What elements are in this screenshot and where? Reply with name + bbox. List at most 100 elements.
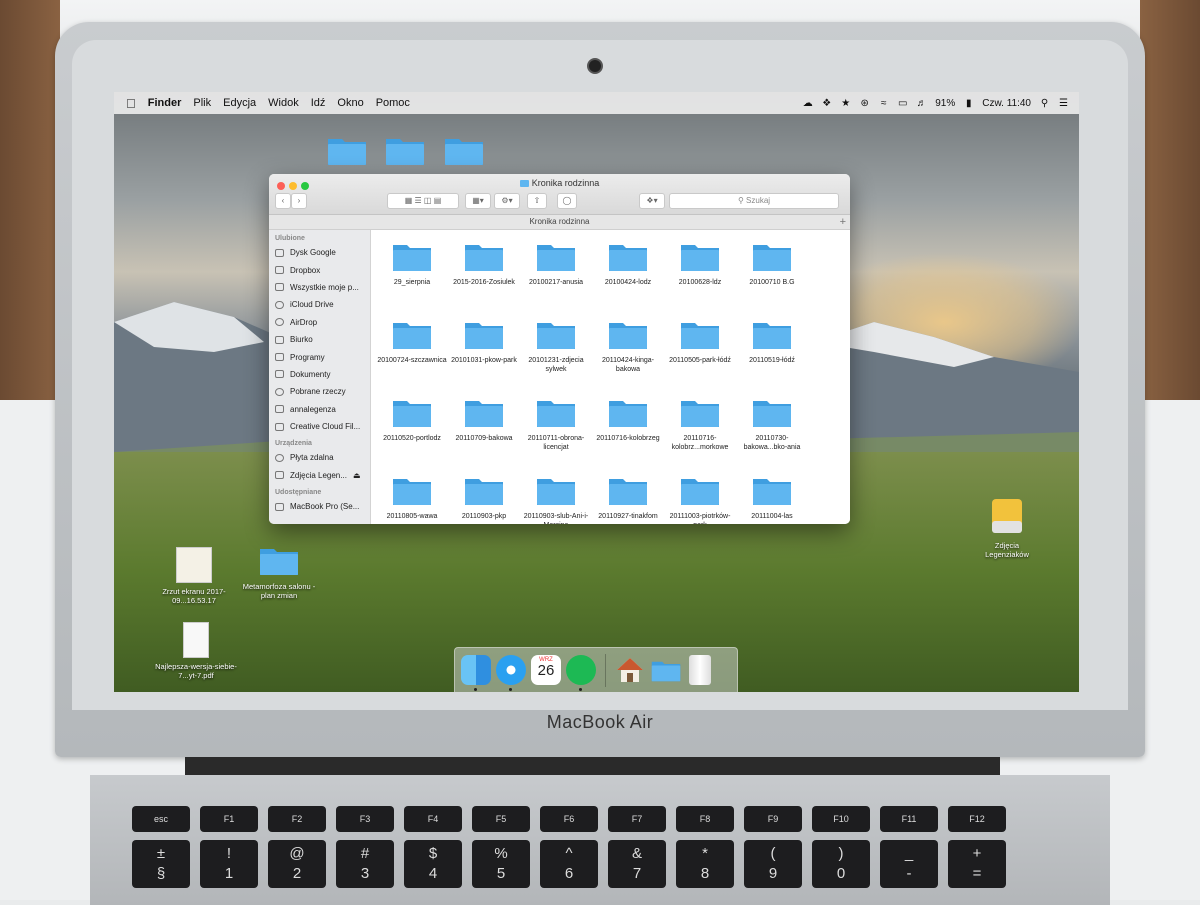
key-f7[interactable]: F7	[608, 806, 666, 832]
key-number-row[interactable]: ! 1	[200, 840, 258, 888]
folder-item[interactable]: 20101231-zdjecia sylwek	[521, 310, 591, 386]
key-f1[interactable]: F1	[200, 806, 258, 832]
folder-item[interactable]: 20110730-bakowa...bko-ania	[737, 388, 807, 464]
menu-finder[interactable]: Finder	[148, 97, 182, 109]
folder-item[interactable]: 20110505-park-łódź	[665, 310, 735, 386]
bluetooth-icon[interactable]: ⊛	[859, 98, 870, 109]
tags-button[interactable]: ◯	[557, 193, 577, 209]
folder-item[interactable]: 20100710 B.G	[737, 232, 807, 308]
folder-item[interactable]: 20110716-kolobrzeg	[593, 388, 663, 464]
trash-icon[interactable]	[689, 655, 711, 685]
desktop-folder[interactable]	[327, 134, 367, 166]
menu-pomoc[interactable]: Pomoc	[376, 97, 410, 109]
sidebar-item-downloads[interactable]: Pobrane rzeczy	[269, 383, 370, 400]
clock[interactable]: Czw. 11:40	[982, 98, 1031, 109]
key-number-row[interactable]: @2	[268, 840, 326, 888]
sidebar-item-desktop[interactable]: Biurko	[269, 331, 370, 348]
action-gear-icon[interactable]: ⚙▾	[494, 193, 520, 209]
desktop-item-folder[interactable]: Metamorfoza salonu - plan zmian	[236, 544, 322, 600]
sidebar-item-home[interactable]: annalegenza	[269, 401, 370, 418]
search-icon[interactable]: ⚲	[1039, 98, 1050, 109]
folder-item[interactable]: 20110927-tinakfom	[593, 466, 663, 524]
folder-item[interactable]: 20100217-anusia	[521, 232, 591, 308]
finder-icon[interactable]	[461, 655, 491, 685]
wifi-icon[interactable]: ≈	[878, 98, 889, 109]
desktop-folder[interactable]	[385, 134, 425, 166]
desktop-item-pdf[interactable]: Najlepsza-wersja-siebie-7...yt-7.pdf	[154, 622, 238, 680]
sidebar-item-google-drive[interactable]: Dysk Google	[269, 244, 370, 261]
menu-plik[interactable]: Plik	[193, 97, 211, 109]
folder-item[interactable]: 20100424-lodz	[593, 232, 663, 308]
folder-item[interactable]: 20110520-portlodz	[377, 388, 447, 464]
folder-item[interactable]: 20100724-szczawnica	[377, 310, 447, 386]
evernote-icon[interactable]: ★	[840, 98, 851, 109]
sidebar-item-all-files[interactable]: Wszystkie moje p...	[269, 279, 370, 296]
sidebar-item-dropbox[interactable]: Dropbox	[269, 261, 370, 278]
folder-item[interactable]: 20110709-bakowa	[449, 388, 519, 464]
search-input[interactable]: ⚲ Szukaj	[669, 193, 839, 209]
key-number-row[interactable]: & 7	[608, 840, 666, 888]
folder-item[interactable]: 20110519-łódź	[737, 310, 807, 386]
folder-item[interactable]: 2015-2016-Zosiulek	[449, 232, 519, 308]
battery-icon[interactable]: ▮	[963, 98, 974, 109]
key-f2[interactable]: F2	[268, 806, 326, 832]
list-icon[interactable]: ☰	[1058, 98, 1069, 109]
folder-item[interactable]: 20110903-slub-Ani-i-Marcina	[521, 466, 591, 524]
key-number-row[interactable]: (9	[744, 840, 802, 888]
sidebar-item-icloud-drive[interactable]: iCloud Drive	[269, 296, 370, 313]
view-mode-switcher[interactable]: ▦ ☰ ◫ ▤	[387, 193, 459, 209]
key-number-row[interactable]: _ -	[880, 840, 938, 888]
forward-button[interactable]: ›	[291, 193, 307, 209]
key-f5[interactable]: F5	[472, 806, 530, 832]
home-folder-icon[interactable]	[615, 655, 645, 685]
key-number-row[interactable]: ± §	[132, 840, 190, 888]
key-esc[interactable]: esc	[132, 806, 190, 832]
key-f11[interactable]: F11	[880, 806, 938, 832]
key-number-row[interactable]: ^ 6	[540, 840, 598, 888]
eject-icon[interactable]: ⏏	[353, 471, 361, 480]
calendar-icon[interactable]: WRZ 26	[531, 655, 561, 685]
key-number-row[interactable]: #3	[336, 840, 394, 888]
sidebar-item-creative-cloud[interactable]: Creative Cloud Fil...	[269, 418, 370, 435]
folder-item[interactable]: 20100628-ldz	[665, 232, 735, 308]
key-number-row[interactable]: $4	[404, 840, 462, 888]
key-number-row[interactable]: + =	[948, 840, 1006, 888]
key-f10[interactable]: F10	[812, 806, 870, 832]
new-tab-button[interactable]: +	[840, 215, 846, 229]
key-number-row[interactable]: * 8	[676, 840, 734, 888]
desktop-item-screenshot[interactable]: Zrzut ekranu 2017-09...16.53.17	[154, 547, 234, 605]
menu-edycja[interactable]: Edycja	[223, 97, 256, 109]
folder-item[interactable]: 20110711-obrona-licencjat	[521, 388, 591, 464]
creative-cloud-icon[interactable]: ☁	[802, 98, 813, 109]
spotify-icon[interactable]	[566, 655, 596, 685]
sidebar-item-applications[interactable]: Programy	[269, 348, 370, 365]
tab-kronika-rodzinna[interactable]: Kronika rodzinna	[529, 217, 589, 226]
back-button[interactable]: ‹	[275, 193, 291, 209]
sidebar-item-airdrop[interactable]: AirDrop	[269, 314, 370, 331]
group-button[interactable]: ▦▾	[465, 193, 491, 209]
key-f4[interactable]: F4	[404, 806, 462, 832]
desktop-item-drive[interactable]: Zdjęcia Legenziaków	[972, 497, 1042, 559]
folder-item[interactable]: 20101031-pkow-park	[449, 310, 519, 386]
key-number-row[interactable]: ) 0	[812, 840, 870, 888]
dropbox-icon[interactable]: ❖	[821, 98, 832, 109]
share-button[interactable]: ⇧	[527, 193, 547, 209]
key-f9[interactable]: F9	[744, 806, 802, 832]
folder-item[interactable]: 20110805-wawa	[377, 466, 447, 524]
folder-item[interactable]: 29_sierpnia	[377, 232, 447, 308]
key-f12[interactable]: F12	[948, 806, 1006, 832]
sidebar-item-documents[interactable]: Dokumenty	[269, 366, 370, 383]
sidebar-item-remote-disc[interactable]: Płyta zdalna	[269, 449, 370, 466]
apple-logo-icon[interactable]: 	[126, 96, 136, 111]
dropbox-menu-icon[interactable]: ❖▾	[639, 193, 665, 209]
folder-item[interactable]: 20110716-kolobrz...morkowe	[665, 388, 735, 464]
folder-item[interactable]: 20110424-kinga-bakowa	[593, 310, 663, 386]
volume-icon[interactable]: ♬	[916, 98, 927, 109]
desktop-folder[interactable]	[444, 134, 484, 166]
sidebar-item-external-drive[interactable]: Zdjęcia Legen... ⏏	[269, 467, 370, 484]
menu-okno[interactable]: Okno	[337, 97, 363, 109]
menu-idz[interactable]: Idź	[311, 97, 326, 109]
key-f3[interactable]: F3	[336, 806, 394, 832]
key-f6[interactable]: F6	[540, 806, 598, 832]
folder-item[interactable]: 20111004-las	[737, 466, 807, 524]
